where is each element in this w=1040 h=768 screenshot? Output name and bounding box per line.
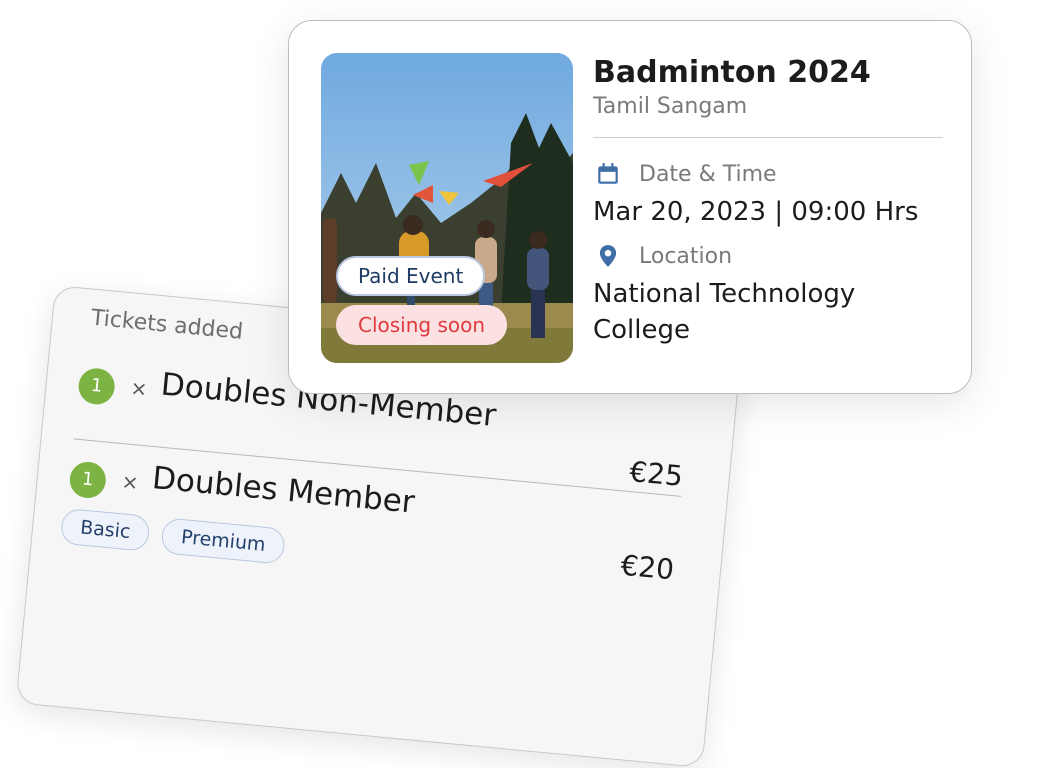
times-icon: × [120, 469, 140, 495]
event-photo: Paid Event Closing soon [321, 53, 573, 363]
info-divider [593, 137, 943, 138]
tickets-added-heading: Tickets added [89, 305, 245, 345]
location-label: Location [639, 243, 733, 269]
tag-basic[interactable]: Basic [59, 507, 151, 552]
date-time-label: Date & Time [639, 161, 777, 187]
ticket-price: €20 [619, 548, 676, 587]
ticket-name: Doubles Member [150, 460, 417, 521]
ticket-price: €25 [628, 454, 685, 493]
event-info: Badminton 2024 Tamil Sangam Date & Time … [593, 55, 943, 348]
closing-soon-badge: Closing soon [336, 305, 508, 345]
times-icon: × [129, 375, 149, 402]
quantity-badge: 1 [68, 460, 108, 500]
event-organizer: Tamil Sangam [593, 94, 748, 119]
location-pin-icon [593, 241, 623, 271]
tag-premium[interactable]: Premium [160, 517, 287, 565]
event-title: Badminton 2024 [593, 55, 871, 90]
event-card[interactable]: Paid Event Closing soon Badminton 2024 T… [288, 20, 972, 394]
date-time-value: Mar 20, 2023 | 09:00 Hrs [593, 197, 919, 227]
quantity-badge: 1 [77, 366, 117, 406]
location-value: National Technology College [593, 279, 856, 345]
ticket-tags: Basic Premium [59, 507, 294, 566]
calendar-icon [593, 159, 623, 189]
paid-event-badge: Paid Event [336, 256, 486, 296]
location-label-row: Location [593, 236, 943, 276]
date-label-row: Date & Time [593, 154, 943, 194]
ticket-row[interactable]: 1 × Doubles Member €20 [68, 452, 679, 586]
